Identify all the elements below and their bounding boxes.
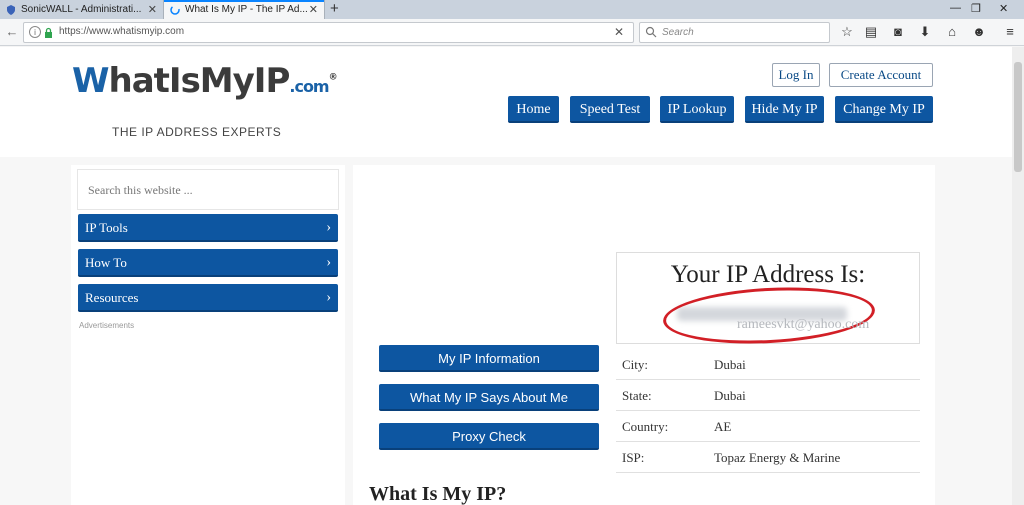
close-icon[interactable]: ✕ [148,3,157,16]
main-content: Your IP Address Is: rameesvkt@yahoo.com … [353,165,935,505]
info-key: City: [622,357,649,372]
tab-whatismyip[interactable]: What Is My IP - The IP Ad... ✕ [163,0,325,19]
scrollbar-thumb[interactable] [1014,62,1022,172]
page-scrollbar[interactable] [1012,47,1024,505]
browser-search-input[interactable]: Search [639,22,830,43]
chevron-right-icon: › [326,255,331,270]
sidebar-item-how-to[interactable]: How To › [78,249,338,277]
download-icon[interactable]: ⬇ [918,24,932,40]
page-viewport: WhatIsMyIP.com® THE IP ADDRESS EXPERTS L… [0,47,1012,505]
loading-icon [170,4,180,15]
watermark-text: rameesvkt@yahoo.com [737,317,870,332]
tab-label: What Is My IP - The IP Ad... [185,4,308,15]
search-placeholder: Search [662,27,694,38]
window-close-icon[interactable]: ✕ [999,2,1008,15]
advertisements-label: Advertisements [79,321,135,330]
info-value: Topaz Energy & Marine [714,450,841,465]
table-row: Country: AE [616,411,920,442]
home-icon[interactable]: ⌂ [945,24,959,40]
restore-icon[interactable]: ❐ [971,2,981,15]
table-row: State: Dubai [616,380,920,411]
create-account-button[interactable]: Create Account [829,63,933,87]
ip-address-title: Your IP Address Is: [670,261,866,288]
sidebar-item-ip-tools[interactable]: IP Tools › [78,214,338,242]
section-heading: What Is My IP? [369,483,507,505]
url-text: https://www.whatismyip.com [59,26,185,37]
ip-address-box: Your IP Address Is: rameesvkt@yahoo.com [616,252,920,349]
what-my-ip-says-button[interactable]: What My IP Says About Me [379,384,599,411]
back-icon[interactable]: ← [3,23,21,41]
red-highlight-circle [661,282,877,349]
bookmark-star-icon[interactable]: ☆ [840,24,854,40]
tab-sonicwall[interactable]: SonicWALL - Administrati... ✕ [0,0,163,19]
nav-hide-my-ip[interactable]: Hide My IP [745,96,824,123]
tab-label: SonicWALL - Administrati... [21,4,142,15]
logo-wordmark: WhatIsMyIP.com® [72,61,338,101]
site-header: WhatIsMyIP.com® THE IP ADDRESS EXPERTS L… [0,47,1012,157]
chevron-right-icon: › [326,220,331,235]
hamburger-menu-icon[interactable]: ≡ [1003,24,1017,40]
search-icon [645,26,657,38]
nav-speed-test[interactable]: Speed Test [570,96,650,123]
navigation-bar: ← i https://www.whatismyip.com ✕ Search … [0,19,1024,46]
my-ip-information-button[interactable]: My IP Information [379,345,599,372]
ip-info-table: City: Dubai State: Dubai Country: AE ISP… [616,349,920,473]
shield-icon [7,4,15,15]
proxy-check-button[interactable]: Proxy Check [379,423,599,450]
login-button[interactable]: Log In [772,63,820,87]
minimize-icon[interactable]: — [950,2,961,14]
clear-url-icon[interactable]: ✕ [614,25,624,39]
nav-change-my-ip[interactable]: Change My IP [835,96,933,123]
pocket-icon[interactable]: ◙ [891,24,905,40]
nav-home[interactable]: Home [508,96,559,123]
table-row: City: Dubai [616,349,920,380]
logo-tagline: THE IP ADDRESS EXPERTS [112,125,282,139]
info-icon[interactable]: i [29,26,41,38]
sidebar-item-label: How To [85,255,127,270]
new-tab-icon[interactable]: + [330,0,339,18]
close-icon[interactable]: ✕ [309,3,318,16]
site-search-placeholder: Search this website ... [88,183,193,197]
info-value: Dubai [714,388,746,403]
info-value: Dubai [714,357,746,372]
info-key: ISP: [622,450,645,465]
reading-list-icon[interactable]: ▤ [864,24,878,40]
sidebar: Search this website ... IP Tools › How T… [71,165,345,505]
info-key: State: [622,388,652,403]
url-bar[interactable]: i https://www.whatismyip.com ✕ [23,22,634,43]
info-key: Country: [622,419,669,434]
site-logo[interactable]: WhatIsMyIP.com® THE IP ADDRESS EXPERTS [72,61,338,141]
sidebar-item-label: IP Tools [85,220,128,235]
tab-bar: SonicWALL - Administrati... ✕ What Is My… [0,0,1024,19]
sync-icon[interactable]: ☻ [972,24,986,40]
table-row: ISP: Topaz Energy & Marine [616,442,920,473]
sidebar-item-resources[interactable]: Resources › [78,284,338,312]
site-search-input[interactable]: Search this website ... [77,169,339,210]
lock-icon [45,27,52,38]
nav-ip-lookup[interactable]: IP Lookup [660,96,734,123]
info-value: AE [714,419,732,434]
sidebar-item-label: Resources [85,290,139,305]
chevron-right-icon: › [326,290,331,305]
